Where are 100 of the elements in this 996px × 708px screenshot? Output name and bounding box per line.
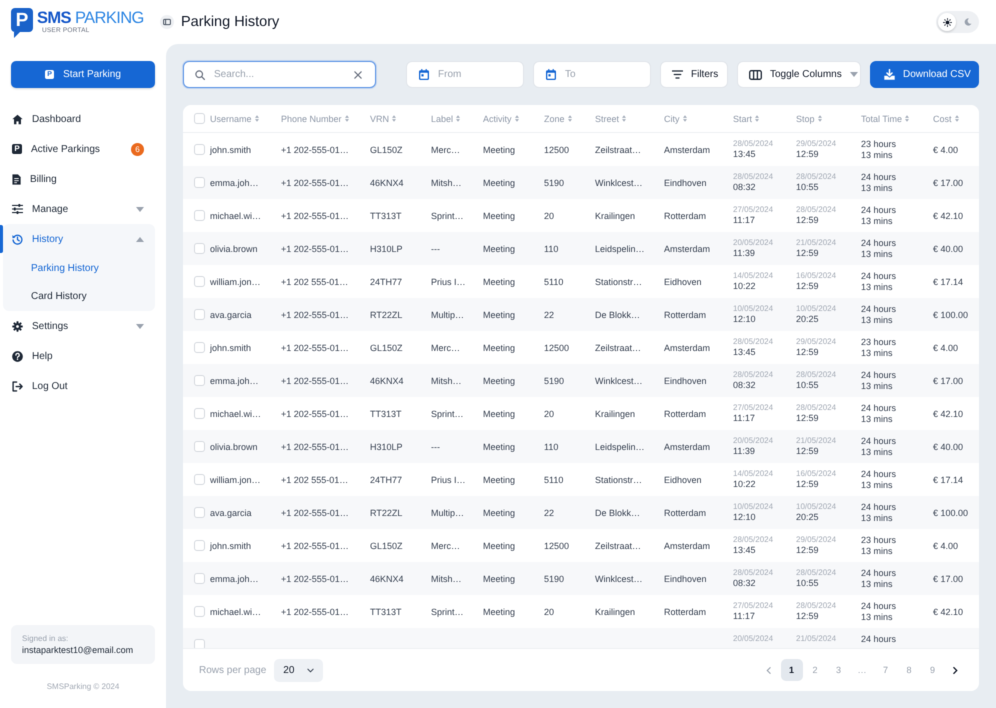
sort-icon [344, 115, 349, 122]
activity-text: Meeting [483, 574, 516, 584]
row-checkbox[interactable] [194, 441, 205, 452]
zone-text: 5110 [544, 276, 564, 286]
vehicle-label-text: Prius I… [431, 276, 466, 286]
phone-number-text: +1 202 555-01… [281, 474, 348, 484]
activity-text: Meeting [483, 178, 516, 188]
column-header[interactable]: Username [210, 114, 259, 124]
help-icon [12, 350, 23, 362]
chevron-left-icon[interactable] [766, 666, 771, 674]
row-checkbox[interactable] [194, 606, 205, 617]
row-checkbox[interactable] [194, 144, 205, 155]
phone-number-text: +1 202-555-01… [281, 144, 349, 154]
column-header[interactable]: Phone Number [281, 114, 349, 124]
select-all-checkbox[interactable] [194, 113, 205, 124]
column-header[interactable]: Zone [544, 114, 572, 124]
rows-per-page-select[interactable]: 20 [274, 658, 324, 682]
activity-text: Meeting [483, 540, 516, 550]
row-checkbox[interactable] [194, 342, 205, 353]
city-text: Amsterdam [664, 540, 710, 550]
search-field[interactable]: Search... [183, 61, 376, 88]
column-header[interactable]: Label [431, 114, 460, 124]
search-icon [195, 70, 205, 80]
street-text: Stationstr… [595, 474, 642, 484]
activity-text: Meeting [483, 606, 516, 616]
row-checkbox[interactable] [194, 210, 205, 221]
city-text: Rotterdam [664, 310, 706, 320]
nav-item[interactable]: Log Out [3, 371, 155, 401]
activity-text: Meeting [483, 210, 516, 220]
start-time-text: 10/05/2024 12:10 [733, 304, 774, 326]
row-checkbox[interactable] [194, 540, 205, 551]
city-text: Amsterdam [664, 144, 710, 154]
city-text: Rotterdam [664, 508, 706, 518]
row-checkbox[interactable] [194, 474, 205, 485]
date-field[interactable]: To [533, 61, 651, 88]
column-header[interactable]: Stop [796, 114, 822, 124]
row-checkbox[interactable] [194, 573, 205, 584]
sidebar-toggle-icon[interactable] [160, 15, 174, 29]
vehicle-label-text: Mitsh… [431, 376, 462, 386]
username-text: ava.garcia [210, 508, 252, 518]
row-checkbox[interactable] [194, 639, 205, 648]
column-header[interactable]: Street [595, 114, 626, 124]
phone-number-text: +1 202-555-01… [281, 310, 349, 320]
zone-text: 12500 [544, 342, 570, 352]
phone-number-text: +1 202-555-01… [281, 508, 349, 518]
column-header[interactable]: Start [733, 114, 760, 124]
clear-icon[interactable] [354, 70, 362, 78]
toggle-columns-button[interactable]: Toggle Columns [737, 61, 861, 88]
sort-icon [392, 115, 396, 122]
nav-subitem[interactable]: Card History [3, 282, 87, 310]
nav-item[interactable]: Dashboard [3, 104, 155, 134]
phone-number-text: +1 202-555-01… [281, 442, 349, 452]
total-time-text: 24 hours 13 mins [861, 370, 896, 392]
nav-item[interactable]: P Active Parkings 6 [3, 134, 155, 164]
row-checkbox[interactable] [194, 507, 205, 518]
stop-time-text: 28/05/2024 12:59 [796, 600, 836, 622]
activity-text: Meeting [483, 342, 516, 352]
logo-wordmark: SMS PARKING [37, 11, 144, 26]
row-checkbox[interactable] [194, 177, 205, 188]
row-checkbox[interactable] [194, 309, 205, 320]
row-checkbox[interactable] [194, 408, 205, 419]
sort-icon [954, 115, 959, 122]
column-header[interactable]: Cost [933, 114, 959, 124]
city-text: Eindhoven [664, 574, 707, 584]
vrn-text: GL150Z [370, 342, 403, 352]
username-text: john.smith [210, 342, 252, 352]
phone-number-text: +1 202-555-01… [281, 178, 349, 188]
start-time-text: 27/05/2024 11:17 [733, 600, 774, 622]
row-checkbox[interactable] [194, 375, 205, 386]
column-header[interactable]: VRN [370, 114, 396, 124]
nav-item[interactable]: History [3, 224, 155, 254]
sort-icon [514, 115, 519, 122]
nav-subitem[interactable]: Parking History [3, 254, 99, 282]
row-checkbox[interactable] [194, 276, 205, 287]
cost-text: € 17.00 [933, 574, 964, 584]
sort-icon [254, 115, 259, 122]
nav-item[interactable]: Billing [3, 164, 155, 194]
street-text: De Blokk… [595, 310, 640, 320]
username-text: emma.joh… [210, 178, 259, 188]
column-header[interactable]: Activity [483, 114, 519, 124]
column-header[interactable]: City [664, 114, 686, 124]
page-button[interactable]: 1 [780, 659, 802, 681]
stop-time-text: 28/05/2024 10:55 [796, 172, 836, 194]
city-text: Amsterdam [664, 244, 710, 254]
nav-item[interactable]: Settings [3, 311, 155, 341]
theme-toggle[interactable] [936, 11, 979, 33]
chevron-right-icon[interactable] [953, 666, 958, 674]
sort-icon [818, 115, 822, 122]
nav-item[interactable]: Manage [3, 194, 155, 224]
filters-button[interactable]: Filters [660, 61, 728, 88]
total-time-text: 23 hours 13 mins [861, 534, 896, 556]
download-csv-button[interactable]: Download CSV [870, 61, 979, 88]
date-field[interactable]: From [406, 61, 524, 88]
username-text: john.smith [210, 540, 252, 550]
row-checkbox[interactable] [194, 243, 205, 254]
nav-item[interactable]: Help [3, 341, 155, 371]
city-text: Rotterdam [664, 210, 706, 220]
column-header[interactable]: Total Time [861, 114, 910, 124]
cost-text: € 4.00 [933, 342, 958, 352]
total-time-text: 24 hours 13 mins [861, 402, 896, 424]
